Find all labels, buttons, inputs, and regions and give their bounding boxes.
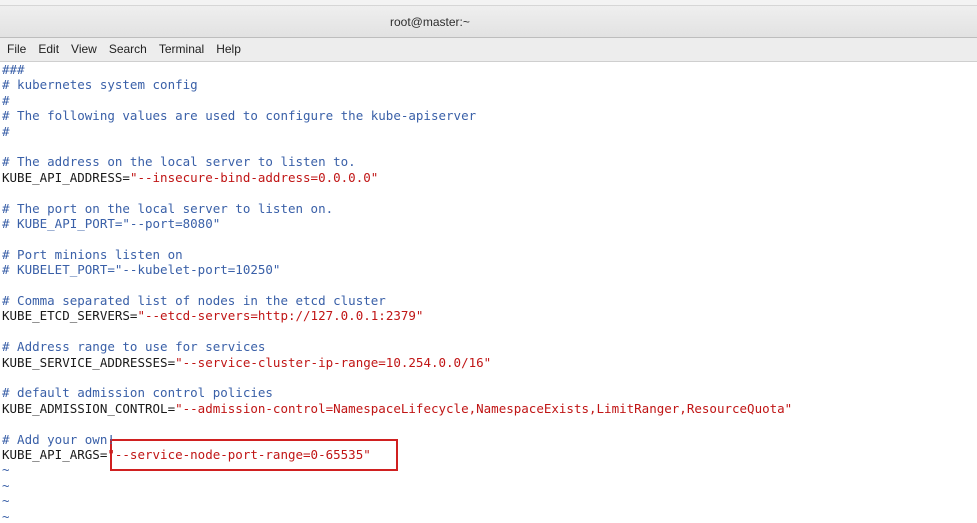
empty-buffer-line: ~ [2, 493, 10, 509]
config-value: "--insecure-bind-address=0.0.0.0" [129, 169, 379, 185]
config-key: KUBE_ADMISSION_CONTROL= [2, 400, 176, 416]
config-value: "--admission-control=NamespaceLifecycle,… [175, 400, 793, 416]
config-value: "--service-node-port-range=0-65535" [107, 447, 371, 462]
config-line: KUBE_ETCD_SERVERS="--etcd-servers=http:/… [2, 308, 423, 323]
menu-search[interactable]: Search [103, 38, 153, 61]
config-line: KUBE_ADMISSION_CONTROL="--admission-cont… [2, 401, 792, 416]
comment-line: # Comma separated list of nodes in the e… [2, 293, 386, 308]
comment-line: # [2, 123, 10, 139]
config-value: "--service-cluster-ip-range=10.254.0.0/1… [175, 354, 492, 370]
comment-line: # The following values are used to confi… [2, 108, 477, 124]
menu-bar: File Edit View Search Terminal Help [0, 38, 977, 62]
comment-line: ### [2, 62, 25, 77]
empty-buffer-line: ~ [2, 508, 10, 523]
config-key: KUBE_API_ARGS= [2, 447, 108, 462]
empty-buffer-line: ~ [2, 477, 10, 493]
config-line: KUBE_API_ARGS="--service-node-port-range… [2, 447, 371, 462]
comment-line: # KUBELET_PORT="--kubelet-port=10250" [2, 262, 281, 278]
comment-line: # Address range to use for services [2, 339, 266, 355]
menu-view[interactable]: View [65, 38, 103, 61]
menu-file[interactable]: File [0, 38, 32, 61]
config-key: KUBE_ETCD_SERVERS= [2, 308, 138, 324]
comment-line: # The port on the local server to listen… [2, 200, 334, 216]
config-key: KUBE_API_ADDRESS= [2, 169, 130, 185]
comment-line: # The address on the local server to lis… [2, 154, 356, 170]
config-key: KUBE_SERVICE_ADDRESSES= [2, 354, 176, 370]
menu-help[interactable]: Help [210, 38, 247, 61]
terminal-text-area[interactable]: ### # kubernetes system config # # The foll… [0, 62, 977, 523]
comment-line: # [2, 92, 10, 108]
empty-buffer-line: ~ [2, 462, 10, 478]
menu-edit[interactable]: Edit [32, 38, 65, 61]
config-line: KUBE_SERVICE_ADDRESSES="--service-cluste… [2, 355, 491, 370]
window-title: root@master:~ [390, 15, 470, 29]
config-value: "--etcd-servers=http://127.0.0.1:2379" [137, 308, 424, 324]
menu-terminal[interactable]: Terminal [153, 38, 210, 61]
config-line: KUBE_API_ADDRESS="--insecure-bind-addres… [2, 170, 378, 185]
comment-line: # Port minions listen on [2, 246, 183, 262]
terminal-window: root@master:~ File Edit View Search Term… [0, 0, 977, 523]
comment-line: # default admission control policies [2, 385, 273, 401]
comment-line: # KUBE_API_PORT="--port=8080" [2, 216, 221, 231]
title-bar[interactable]: root@master:~ [0, 6, 977, 38]
comment-line: # Add your own! [2, 431, 115, 447]
comment-line: # kubernetes system config [2, 77, 198, 93]
